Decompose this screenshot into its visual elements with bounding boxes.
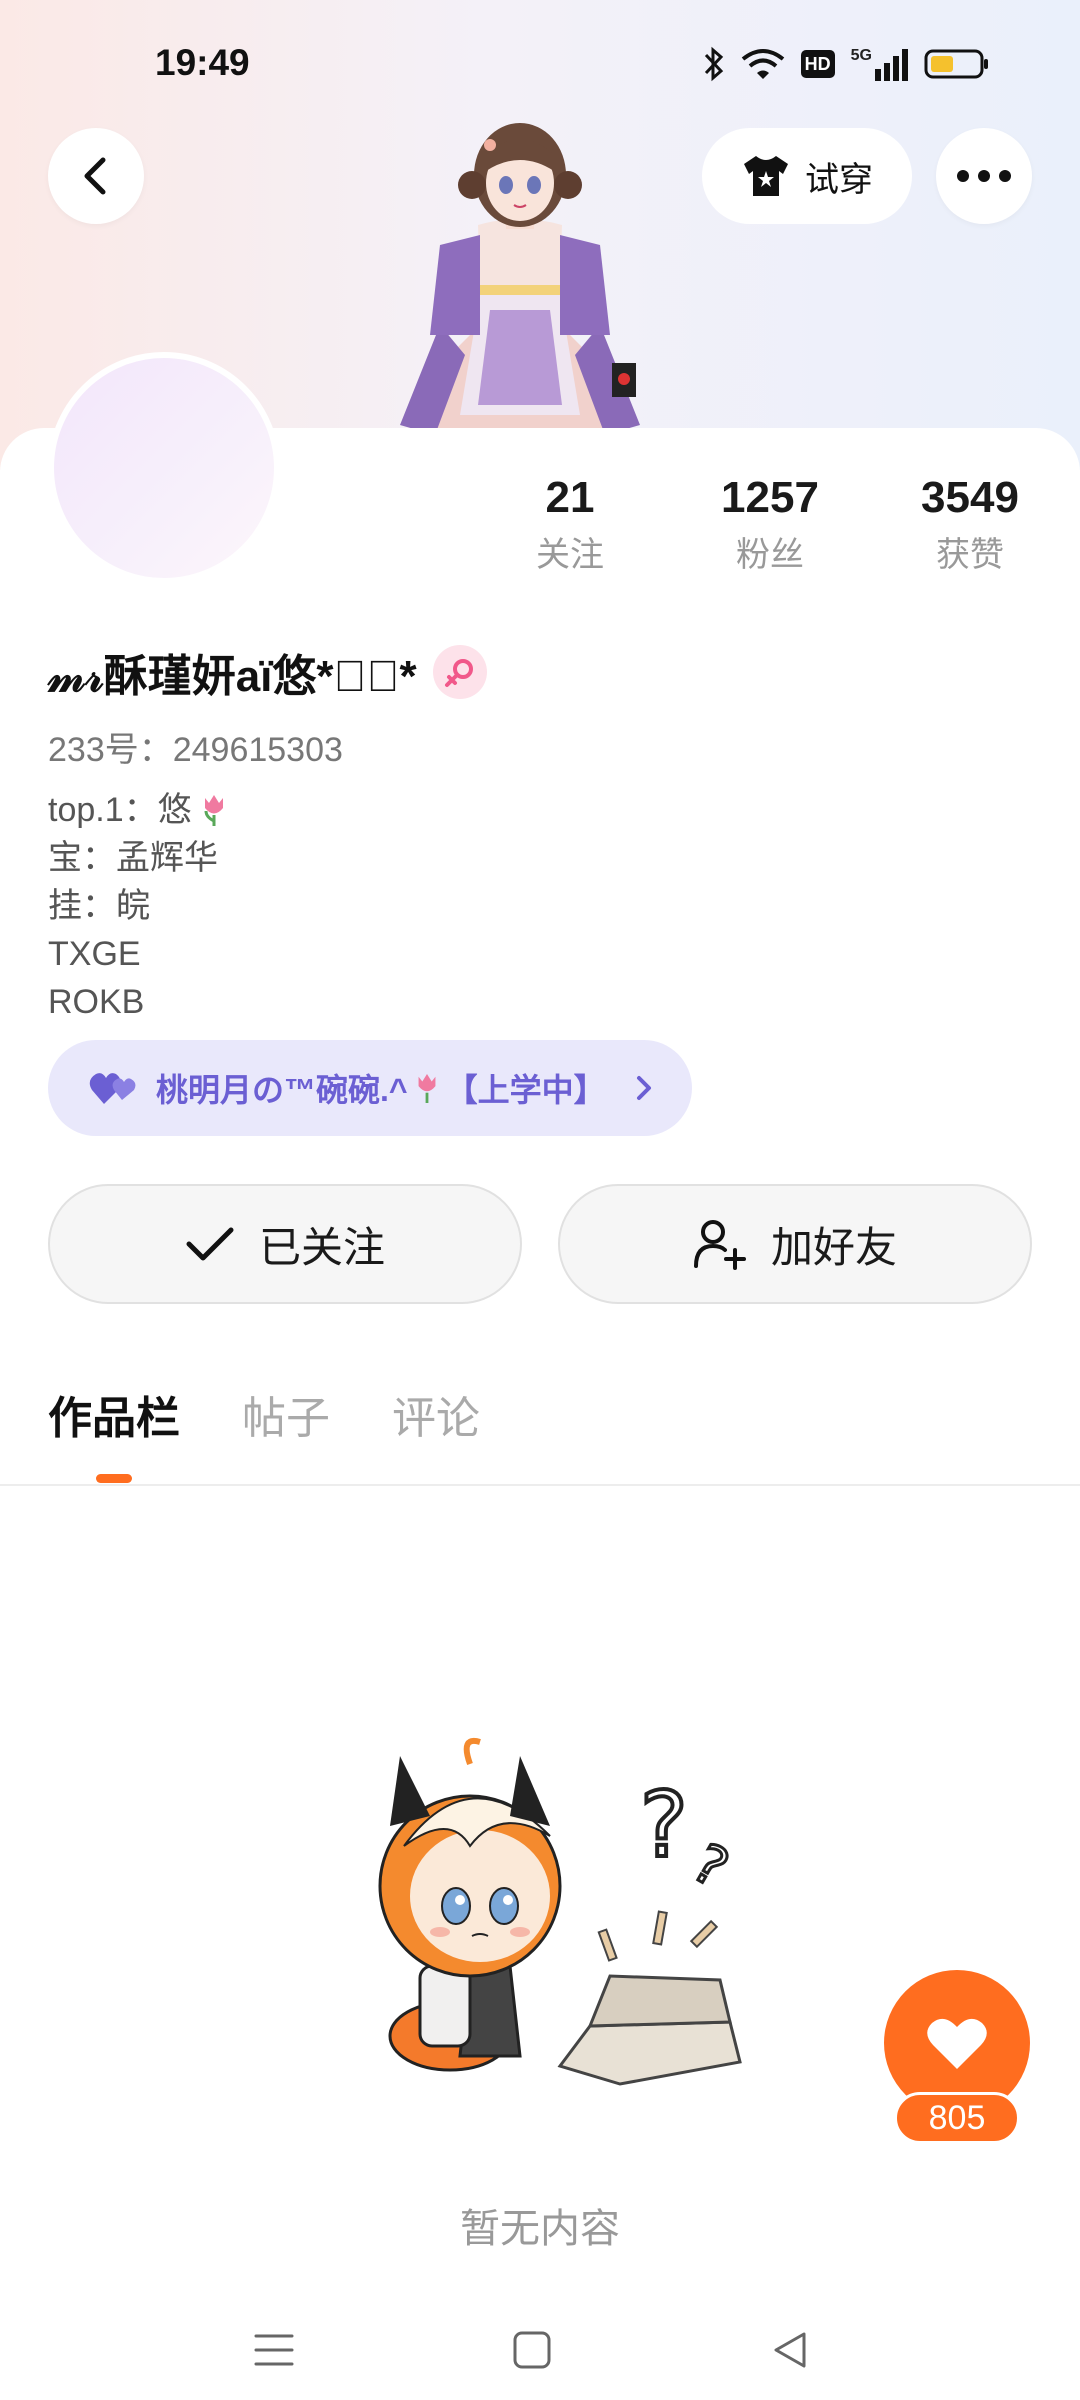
5g-signal-icon: 5G	[851, 47, 908, 81]
home-nav-button[interactable]	[502, 2320, 562, 2380]
bio-line-text: top.1：悠	[48, 791, 192, 829]
cp-relationship-pill[interactable]: 桃明月の™碗碗.^ 【上学中】	[48, 1040, 692, 1136]
bio-line: 挂：皖	[48, 887, 150, 925]
tab-works[interactable]: 作品栏	[48, 1386, 180, 1452]
avatar[interactable]	[48, 352, 280, 584]
bio-line: 宝：孟辉华	[48, 839, 218, 877]
status-icons: HD 5G	[703, 46, 990, 82]
bio-line: top.1：悠	[48, 786, 230, 834]
try-on-button[interactable]: 试穿	[702, 128, 912, 224]
hd-icon: HD	[800, 50, 835, 78]
chevron-right-icon	[637, 1076, 651, 1100]
avatar-character-illustration	[400, 123, 640, 435]
cp-status: 【上学中】	[445, 1072, 606, 1108]
empty-state-illustration: ? ?	[378, 1738, 742, 2086]
stat-value: 21	[545, 473, 595, 522]
cp-name: 桃明月の™碗碗.^	[156, 1072, 408, 1108]
add-friend-button[interactable]: 加好友	[558, 1184, 1032, 1304]
more-button[interactable]	[936, 128, 1032, 224]
tabs-divider	[0, 1484, 1080, 1486]
bio-line: ROKB	[48, 983, 145, 1021]
back-nav-button[interactable]	[760, 2320, 820, 2380]
cp-text: 桃明月の™碗碗.^ 【上学中】	[156, 1065, 606, 1111]
like-count: 805	[894, 2092, 1020, 2144]
status-time: 19:49	[155, 42, 250, 83]
add-user-icon	[693, 1220, 746, 1270]
back-triangle-icon	[774, 2332, 806, 2368]
followed-label: 已关注	[258, 1223, 385, 1271]
double-heart-icon	[89, 1073, 136, 1104]
stat-value: 3549	[921, 473, 1019, 522]
bluetooth-icon	[703, 46, 725, 82]
bio: top.1：悠 宝：孟辉华 挂：皖 TXGE ROKB	[48, 786, 230, 1026]
heart-icon	[927, 2018, 987, 2069]
add-friend-label: 加好友	[770, 1223, 897, 1271]
svg-text:?: ?	[640, 1773, 688, 1878]
stat-value: 1257	[721, 473, 819, 522]
stat-following[interactable]: 21 关注	[470, 470, 670, 580]
stat-followers[interactable]: 1257 粉丝	[670, 470, 870, 580]
home-square-icon	[513, 2331, 551, 2369]
system-navigation-bar	[0, 2300, 1080, 2400]
battery-icon	[924, 48, 990, 80]
tulip-icon	[204, 795, 223, 826]
check-icon	[186, 1227, 234, 1261]
empty-state-text: 暂无内容	[460, 2207, 620, 2251]
wifi-icon	[741, 47, 785, 81]
female-icon	[432, 645, 487, 699]
username: 𝓂𝓇酥瑾妍aï悠*✲゚*	[48, 652, 417, 701]
content-tabs: 作品栏 帖子 评论	[48, 1386, 480, 1452]
stat-label: 获赞	[936, 536, 1004, 574]
back-button[interactable]	[48, 128, 144, 224]
tulip-icon	[418, 1073, 436, 1103]
stat-label: 粉丝	[736, 536, 804, 574]
back-icon	[84, 157, 106, 195]
try-on-label: 试穿	[805, 160, 873, 199]
followed-button[interactable]: 已关注	[48, 1184, 522, 1304]
svg-text:?: ?	[682, 1831, 738, 1900]
more-icon	[957, 170, 1011, 182]
stat-likes[interactable]: 3549 获赞	[870, 470, 1070, 580]
user-id: 233号：249615303	[48, 731, 343, 769]
profile-stats: 21 关注 1257 粉丝 3549 获赞	[470, 470, 1070, 580]
username-row: 𝓂𝓇酥瑾妍aï悠*✲゚*	[48, 640, 487, 704]
tshirt-icon	[744, 156, 788, 196]
active-tab-indicator	[96, 1474, 132, 1483]
bio-line: TXGE	[48, 935, 141, 973]
tab-comments[interactable]: 评论	[392, 1386, 480, 1452]
menu-nav-button[interactable]	[244, 2320, 304, 2380]
stat-label: 关注	[536, 536, 604, 574]
tab-posts[interactable]: 帖子	[242, 1386, 330, 1452]
menu-icon	[254, 2334, 294, 2366]
network-type-label: 5G	[850, 47, 872, 64]
